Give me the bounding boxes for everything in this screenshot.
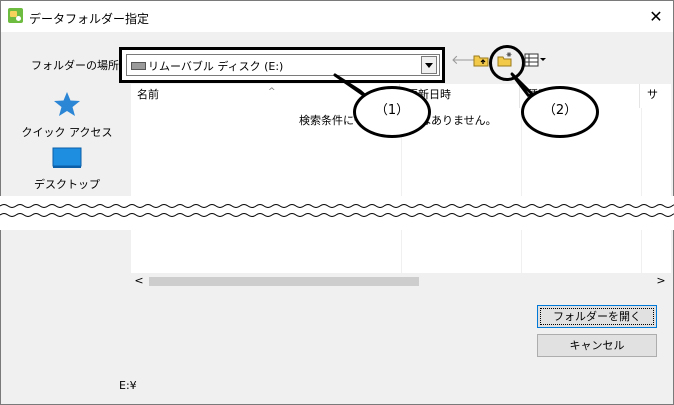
up-folder-icon[interactable] bbox=[473, 52, 489, 70]
column-header-size[interactable]: サ bbox=[647, 84, 671, 108]
scroll-thumb[interactable] bbox=[149, 277, 419, 286]
back-arrow-icon[interactable]: 🡐 bbox=[451, 52, 486, 70]
place-label-desktop: デスクトップ bbox=[34, 178, 100, 191]
new-folder-icon[interactable] bbox=[497, 52, 513, 70]
location-value: リムーバブル ディスク (E:) bbox=[148, 60, 284, 73]
column-label-name: 名前 bbox=[137, 88, 159, 101]
app-icon bbox=[8, 8, 23, 23]
star-icon bbox=[54, 92, 80, 116]
callout-highlight-location: リムーバブル ディスク (E:) bbox=[119, 47, 445, 83]
current-path: E:¥ bbox=[119, 379, 137, 392]
sort-up-icon: ^ bbox=[268, 87, 276, 97]
removable-drive-icon bbox=[131, 62, 146, 70]
callout-1: （1） bbox=[353, 86, 431, 138]
location-combobox[interactable]: リムーバブル ディスク (E:) bbox=[126, 54, 440, 76]
scroll-left-button[interactable]: < bbox=[133, 275, 145, 287]
open-folder-button[interactable]: フォルダーを開く bbox=[537, 305, 657, 328]
place-desktop[interactable]: デスクトップ bbox=[7, 147, 127, 192]
title-bar: データフォルダー指定 ✕ bbox=[1, 1, 673, 32]
window-title: データフォルダー指定 bbox=[29, 12, 150, 26]
crop-wave-band bbox=[0, 196, 674, 230]
dropdown-arrow-button[interactable] bbox=[421, 56, 437, 74]
place-quick-access[interactable]: クイック アクセス bbox=[7, 91, 127, 140]
place-label-quick-access: クイック アクセス bbox=[21, 126, 113, 139]
horizontal-scrollbar[interactable]: < > bbox=[131, 273, 671, 290]
callout-2: （2） bbox=[521, 86, 599, 138]
close-button[interactable]: ✕ bbox=[639, 1, 673, 32]
cancel-button[interactable]: キャンセル bbox=[537, 334, 657, 357]
view-menu-icon[interactable] bbox=[524, 52, 546, 70]
desktop-icon bbox=[52, 147, 82, 168]
scroll-right-button[interactable]: > bbox=[655, 275, 667, 287]
